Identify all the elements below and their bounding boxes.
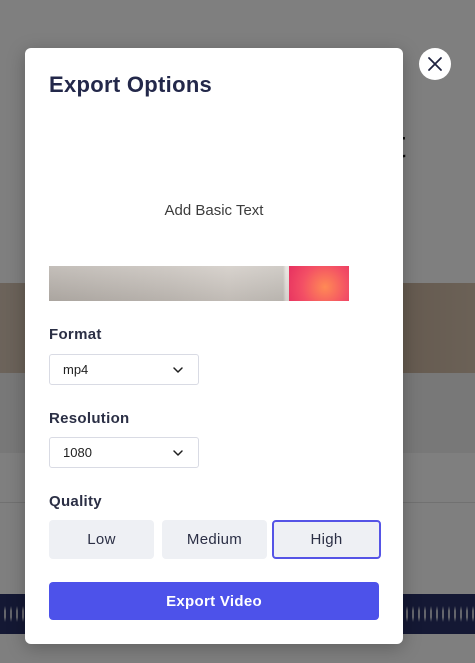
quality-label: Quality xyxy=(49,493,102,510)
format-value: mp4 xyxy=(63,362,89,377)
quality-low-button[interactable]: Low xyxy=(49,520,154,559)
resolution-value: 1080 xyxy=(63,445,92,460)
quality-medium-button[interactable]: Medium xyxy=(162,520,267,559)
resolution-label: Resolution xyxy=(49,410,130,427)
chevron-down-icon xyxy=(173,449,183,456)
export-options-modal: Export Options Add Basic Text Format mp4… xyxy=(25,48,403,644)
quality-high-button[interactable]: High xyxy=(272,520,381,559)
format-select[interactable]: mp4 xyxy=(49,354,199,385)
chevron-down-icon xyxy=(173,366,183,373)
export-video-button[interactable]: Export Video xyxy=(49,582,379,620)
video-preview-thumbnail xyxy=(49,266,349,301)
resolution-select[interactable]: 1080 xyxy=(49,437,199,468)
close-icon xyxy=(428,57,442,71)
close-button[interactable] xyxy=(419,48,451,80)
modal-title: Export Options xyxy=(49,72,213,97)
quality-options: Low Medium High xyxy=(49,520,381,559)
format-label: Format xyxy=(49,326,102,343)
preview-caption: Add Basic Text xyxy=(164,202,264,219)
